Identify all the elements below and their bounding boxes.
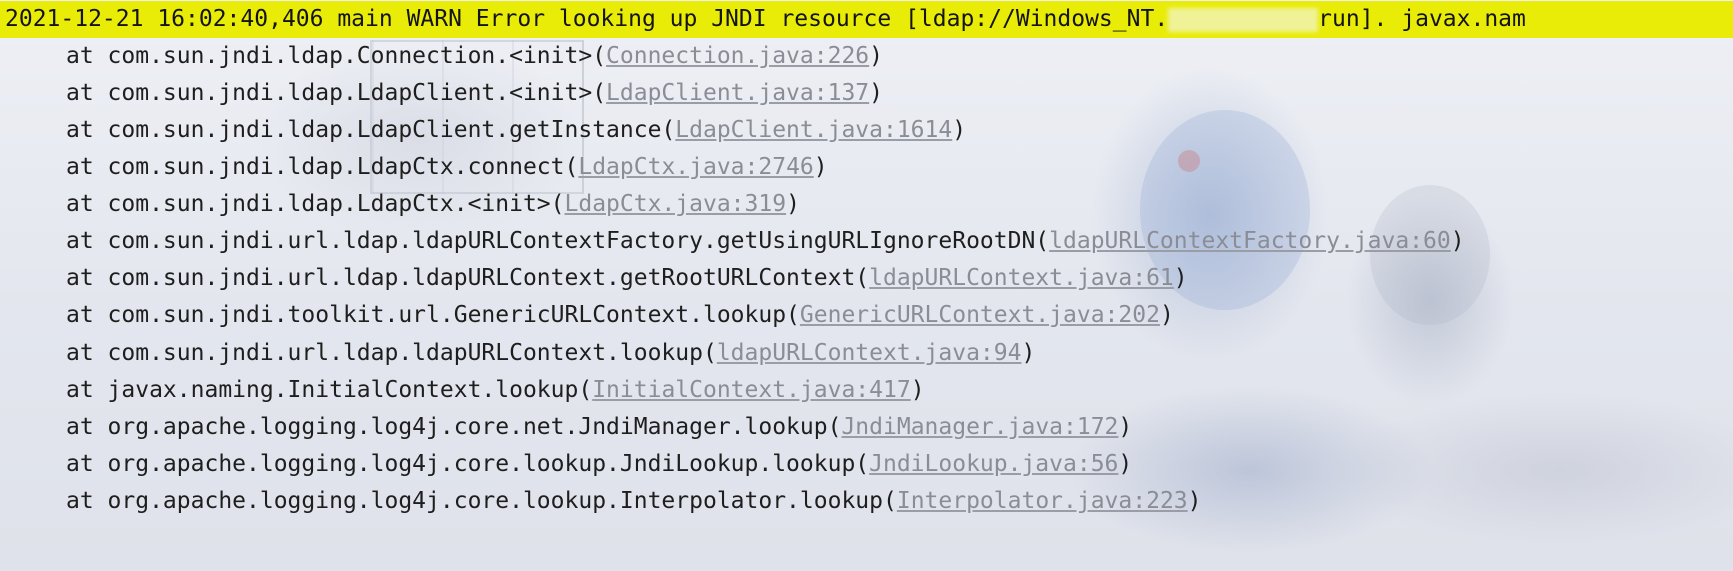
warn-log-line: 2021-12-21 16:02:40,406 main WARN Error … bbox=[0, 1, 1733, 38]
stack-frame-method: at com.sun.jndi.url.ldap.ldapURLContext.… bbox=[66, 340, 717, 366]
stack-frame-close: ) bbox=[813, 154, 828, 180]
stack-frame-line: at com.sun.jndi.ldap.LdapCtx.connect(Lda… bbox=[0, 149, 828, 186]
stack-frame-line: at com.sun.jndi.url.ldap.ldapURLContext.… bbox=[0, 260, 1188, 297]
stack-frame-method: at com.sun.jndi.ldap.LdapClient.<init>( bbox=[66, 80, 607, 106]
stack-frame-line: at com.sun.jndi.ldap.Connection.<init>(C… bbox=[0, 38, 883, 75]
stack-frame-method: at com.sun.jndi.ldap.LdapCtx.connect( bbox=[66, 154, 579, 180]
stack-frame-source-link[interactable]: Connection.java:226 bbox=[606, 43, 869, 69]
stack-frame-method: at com.sun.jndi.url.ldap.ldapURLContextF… bbox=[66, 228, 1050, 254]
stack-frame-close: ) bbox=[869, 43, 884, 69]
stack-frame-line: at org.apache.logging.log4j.core.lookup.… bbox=[0, 483, 1202, 520]
stack-frame-close: ) bbox=[869, 80, 884, 106]
stack-frame-close: ) bbox=[1118, 414, 1133, 440]
stack-frame-method: at com.sun.jndi.url.ldap.ldapURLContext.… bbox=[66, 265, 870, 291]
stack-frame-close: ) bbox=[1173, 265, 1188, 291]
stack-frame-source-link[interactable]: ldapURLContext.java:94 bbox=[717, 340, 1022, 366]
stack-frame-line: at org.apache.logging.log4j.core.lookup.… bbox=[0, 446, 1132, 483]
stack-frame-method: at com.sun.jndi.ldap.LdapCtx.<init>( bbox=[66, 191, 565, 217]
warn-line-prefix: 2021-12-21 16:02:40,406 main WARN Error … bbox=[5, 6, 1169, 32]
stack-frame-close: ) bbox=[1187, 488, 1202, 514]
stack-frame-source-link[interactable]: JndiManager.java:172 bbox=[841, 414, 1118, 440]
stack-frame-line: at javax.naming.InitialContext.lookup(In… bbox=[0, 372, 925, 409]
stack-frame-method: at org.apache.logging.log4j.core.lookup.… bbox=[66, 451, 870, 477]
stack-frame-line: at com.sun.jndi.toolkit.url.GenericURLCo… bbox=[0, 297, 1174, 334]
stack-frame-method: at com.sun.jndi.ldap.LdapClient.getInsta… bbox=[66, 117, 676, 143]
stack-frame-close: ) bbox=[1159, 302, 1174, 328]
stack-frame-close: ) bbox=[1450, 228, 1465, 254]
stack-frame-method: at com.sun.jndi.ldap.Connection.<init>( bbox=[66, 43, 607, 69]
stack-frame-line: at com.sun.jndi.ldap.LdapClient.<init>(L… bbox=[0, 75, 883, 112]
stack-frame-source-link[interactable]: InitialContext.java:417 bbox=[592, 377, 911, 403]
stack-frame-source-link[interactable]: LdapClient.java:1614 bbox=[675, 117, 952, 143]
stack-frame-source-link[interactable]: JndiLookup.java:56 bbox=[869, 451, 1118, 477]
stack-frame-line: at com.sun.jndi.url.ldap.ldapURLContextF… bbox=[0, 223, 1465, 260]
stack-frame-line: at com.sun.jndi.ldap.LdapClient.getInsta… bbox=[0, 112, 966, 149]
stack-frame-source-link[interactable]: ldapURLContext.java:61 bbox=[869, 265, 1174, 291]
stack-frame-source-link[interactable]: Interpolator.java:223 bbox=[897, 488, 1188, 514]
stack-frame-method: at org.apache.logging.log4j.core.lookup.… bbox=[66, 488, 897, 514]
stack-frame-close: ) bbox=[910, 377, 925, 403]
stack-frame-close: ) bbox=[786, 191, 800, 217]
stack-frame-source-link[interactable]: LdapCtx.java:2746 bbox=[578, 154, 813, 180]
stack-frame-source-link[interactable]: GenericURLContext.java:202 bbox=[800, 302, 1160, 328]
console-output[interactable]: 2021-12-21 16:02:40,406 main WARN Error … bbox=[0, 0, 1733, 571]
redacted-host bbox=[1168, 7, 1319, 32]
stack-frame-close: ) bbox=[952, 117, 967, 143]
stack-frame-close: ) bbox=[1118, 451, 1133, 477]
stack-frame-method: at com.sun.jndi.toolkit.url.GenericURLCo… bbox=[66, 302, 800, 328]
stack-frame-method: at org.apache.logging.log4j.core.net.Jnd… bbox=[66, 414, 842, 440]
stack-frame-source-link[interactable]: LdapClient.java:137 bbox=[606, 80, 869, 106]
stack-frame-line: at org.apache.logging.log4j.core.net.Jnd… bbox=[0, 409, 1132, 446]
stack-frame-line: at com.sun.jndi.ldap.LdapCtx.<init>(Ldap… bbox=[0, 186, 800, 223]
stack-frame-source-link[interactable]: ldapURLContextFactory.java:60 bbox=[1049, 228, 1451, 254]
stack-frame-line: at com.sun.jndi.url.ldap.ldapURLContext.… bbox=[0, 335, 1035, 372]
stack-frame-method: at javax.naming.InitialContext.lookup( bbox=[66, 377, 593, 403]
stack-frame-close: ) bbox=[1021, 340, 1036, 366]
stack-frame-source-link[interactable]: LdapCtx.java:319 bbox=[565, 191, 787, 217]
warn-line-suffix: run]. javax.nam bbox=[1318, 6, 1526, 32]
